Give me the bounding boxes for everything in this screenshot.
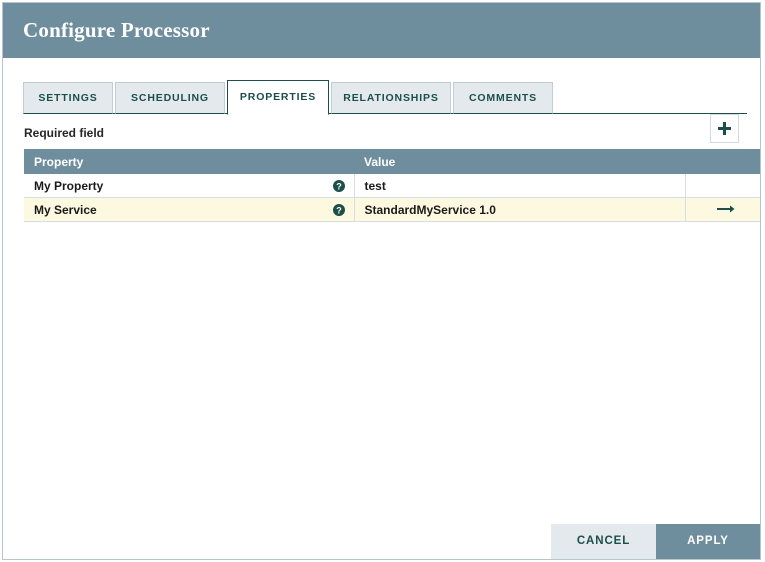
table-row[interactable]: My Property ? test [24, 174, 761, 198]
column-header-value: Value [354, 149, 685, 174]
tab-properties[interactable]: PROPERTIES [227, 80, 329, 115]
cell-actions [685, 198, 761, 222]
add-property-button[interactable] [710, 114, 739, 143]
property-name: My Service [34, 203, 97, 217]
cancel-button[interactable]: CANCEL [551, 524, 656, 559]
configure-processor-dialog: Configure Processor SETTINGS SCHEDULING … [2, 2, 761, 560]
page-title: Configure Processor [23, 18, 210, 43]
arrow-right-icon[interactable] [717, 202, 735, 216]
cell-value[interactable]: StandardMyService 1.0 [354, 198, 685, 222]
table-header-row: Property Value [24, 149, 761, 174]
help-circle-icon[interactable]: ? [333, 204, 345, 216]
column-header-property: Property [24, 149, 354, 174]
help-circle-icon[interactable]: ? [333, 180, 345, 192]
tab-relationships[interactable]: RELATIONSHIPS [331, 82, 451, 114]
cell-property[interactable]: My Service ? [24, 198, 354, 222]
tab-list: SETTINGS SCHEDULING PROPERTIES RELATIONS… [23, 80, 555, 114]
cell-actions [685, 174, 761, 198]
properties-toolbar: Required field [24, 114, 739, 149]
footer-button-group: CANCEL APPLY [551, 524, 760, 559]
properties-table-head: Property Value [24, 149, 761, 174]
properties-table-body: My Property ? test [24, 174, 761, 222]
svg-text:?: ? [336, 205, 342, 215]
tab-scheduling[interactable]: SCHEDULING [115, 82, 225, 114]
properties-panel: Required field Property Value [3, 114, 760, 222]
tab-settings[interactable]: SETTINGS [23, 82, 113, 114]
plus-icon [717, 121, 732, 136]
property-name: My Property [34, 179, 103, 193]
dialog-header: Configure Processor [3, 3, 760, 58]
properties-table: Property Value My Property ? [24, 149, 761, 222]
tab-strip: SETTINGS SCHEDULING PROPERTIES RELATIONS… [3, 81, 760, 114]
required-field-label: Required field [24, 126, 104, 140]
apply-button[interactable]: APPLY [656, 524, 760, 559]
table-row[interactable]: My Service ? StandardMyService 1.0 [24, 198, 761, 222]
svg-text:?: ? [336, 181, 342, 191]
cell-value[interactable]: test [354, 174, 685, 198]
column-header-actions [685, 149, 761, 174]
tab-comments[interactable]: COMMENTS [453, 82, 553, 114]
dialog-footer: CANCEL APPLY [3, 524, 760, 559]
cell-property[interactable]: My Property ? [24, 174, 354, 198]
